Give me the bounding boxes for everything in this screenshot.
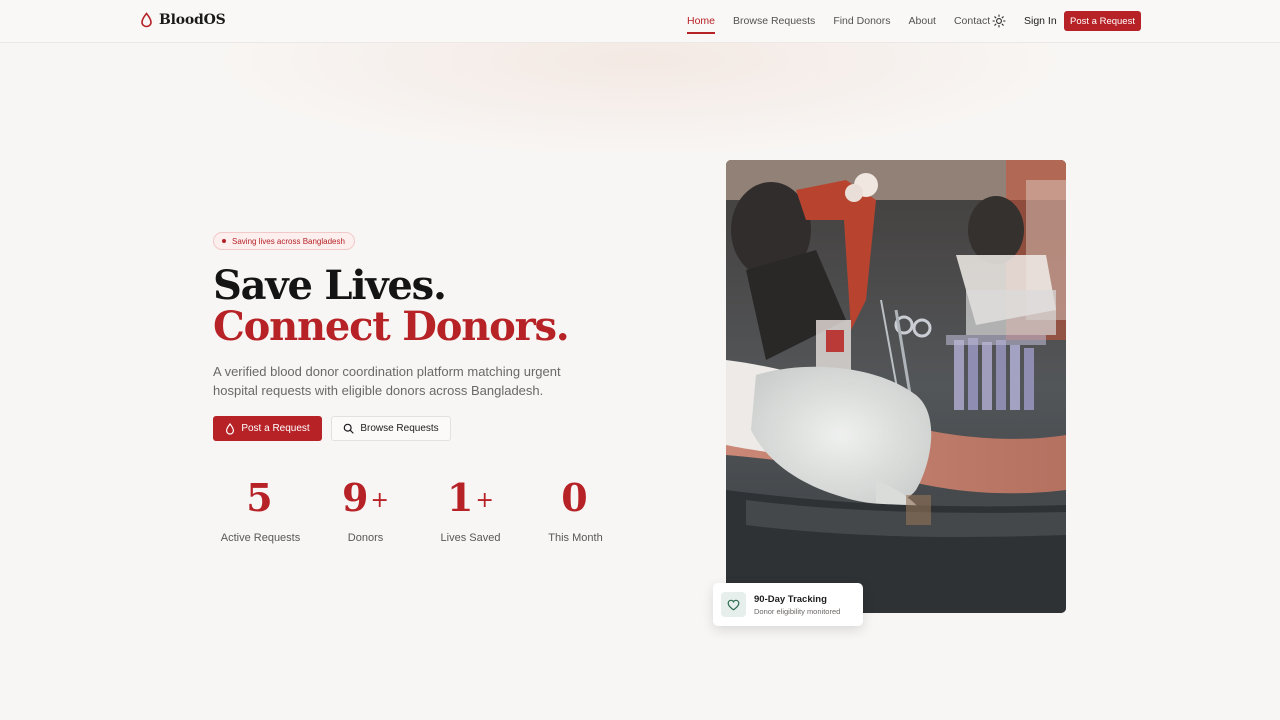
nav-link-about[interactable]: About <box>909 15 936 27</box>
post-request-label: Post a Request <box>241 423 310 434</box>
stat-suffix: + <box>475 488 494 513</box>
post-request-button[interactable]: Post a Request <box>213 416 322 441</box>
heart-icon-container <box>721 592 746 617</box>
browse-requests-button[interactable]: Browse Requests <box>331 416 451 441</box>
headline-line-1: Save Lives. <box>213 262 447 309</box>
brand-logo[interactable]: BloodOS <box>140 12 226 28</box>
info-card-title: 90-Day Tracking <box>754 593 827 605</box>
nav-link-home[interactable]: Home <box>687 15 716 34</box>
tracking-info-card: 90-Day Tracking Donor eligibility monito… <box>713 583 863 626</box>
stat-number: 0 <box>561 475 588 520</box>
stat-label: This Month <box>548 532 603 544</box>
heart-icon <box>727 599 740 611</box>
nav-post-request-button[interactable]: Post a Request <box>1064 11 1141 31</box>
theme-toggle-button[interactable] <box>992 14 1006 28</box>
browse-requests-label: Browse Requests <box>360 423 439 434</box>
badge-text: Saving lives across Bangladesh <box>232 236 345 246</box>
blood-drop-icon <box>141 12 152 28</box>
nav-link-browse-requests[interactable]: Browse Requests <box>733 15 815 27</box>
blood-drop-icon <box>226 422 235 435</box>
hero-badge: Saving lives across Bangladesh <box>213 232 355 250</box>
info-card-subtitle: Donor eligibility monitored <box>754 606 841 616</box>
stat-active-requests: 5 Active Requests <box>208 476 313 545</box>
stats-row: 5 Active Requests 9+ Donors 1+ Lives Sav… <box>208 476 628 545</box>
sun-icon <box>992 14 1006 28</box>
hero-photo-blood-donation <box>726 160 1066 613</box>
main-nav: Home Browse Requests Find Donors About C… <box>687 15 990 34</box>
stat-number: 9 <box>342 475 369 520</box>
stat-suffix: + <box>370 488 389 513</box>
stat-label: Active Requests <box>220 532 301 544</box>
nav-link-find-donors[interactable]: Find Donors <box>833 15 890 27</box>
stat-value: 0 <box>523 476 628 527</box>
headline-line-2: Connect Donors. <box>213 303 570 350</box>
stat-value: 9+ <box>313 476 418 527</box>
stat-label: Donors <box>347 532 384 544</box>
stat-value: 1+ <box>418 476 523 527</box>
stat-label: Lives Saved <box>440 532 501 544</box>
stat-value: 5 <box>208 476 313 527</box>
navbar: BloodOS Home Browse Requests Find Donors… <box>0 0 1280 43</box>
stat-lives-saved: 1+ Lives Saved <box>418 476 523 545</box>
search-icon <box>344 423 354 434</box>
badge-dot <box>222 239 226 243</box>
nav-link-contact[interactable]: Contact <box>954 15 990 27</box>
sign-in-link[interactable]: Sign In <box>1024 15 1057 27</box>
stat-donors: 9+ Donors <box>313 476 418 545</box>
brand-name: BloodOS <box>159 12 226 28</box>
stat-number: 5 <box>246 475 273 520</box>
hero-headline: Save Lives. Connect Donors. <box>213 262 570 350</box>
stat-this-month: 0 This Month <box>523 476 628 545</box>
info-card-text: 90-Day Tracking Donor eligibility monito… <box>754 594 840 616</box>
stat-number: 1 <box>447 475 474 520</box>
hero-subtitle: A verified blood donor coordination plat… <box>213 364 561 398</box>
